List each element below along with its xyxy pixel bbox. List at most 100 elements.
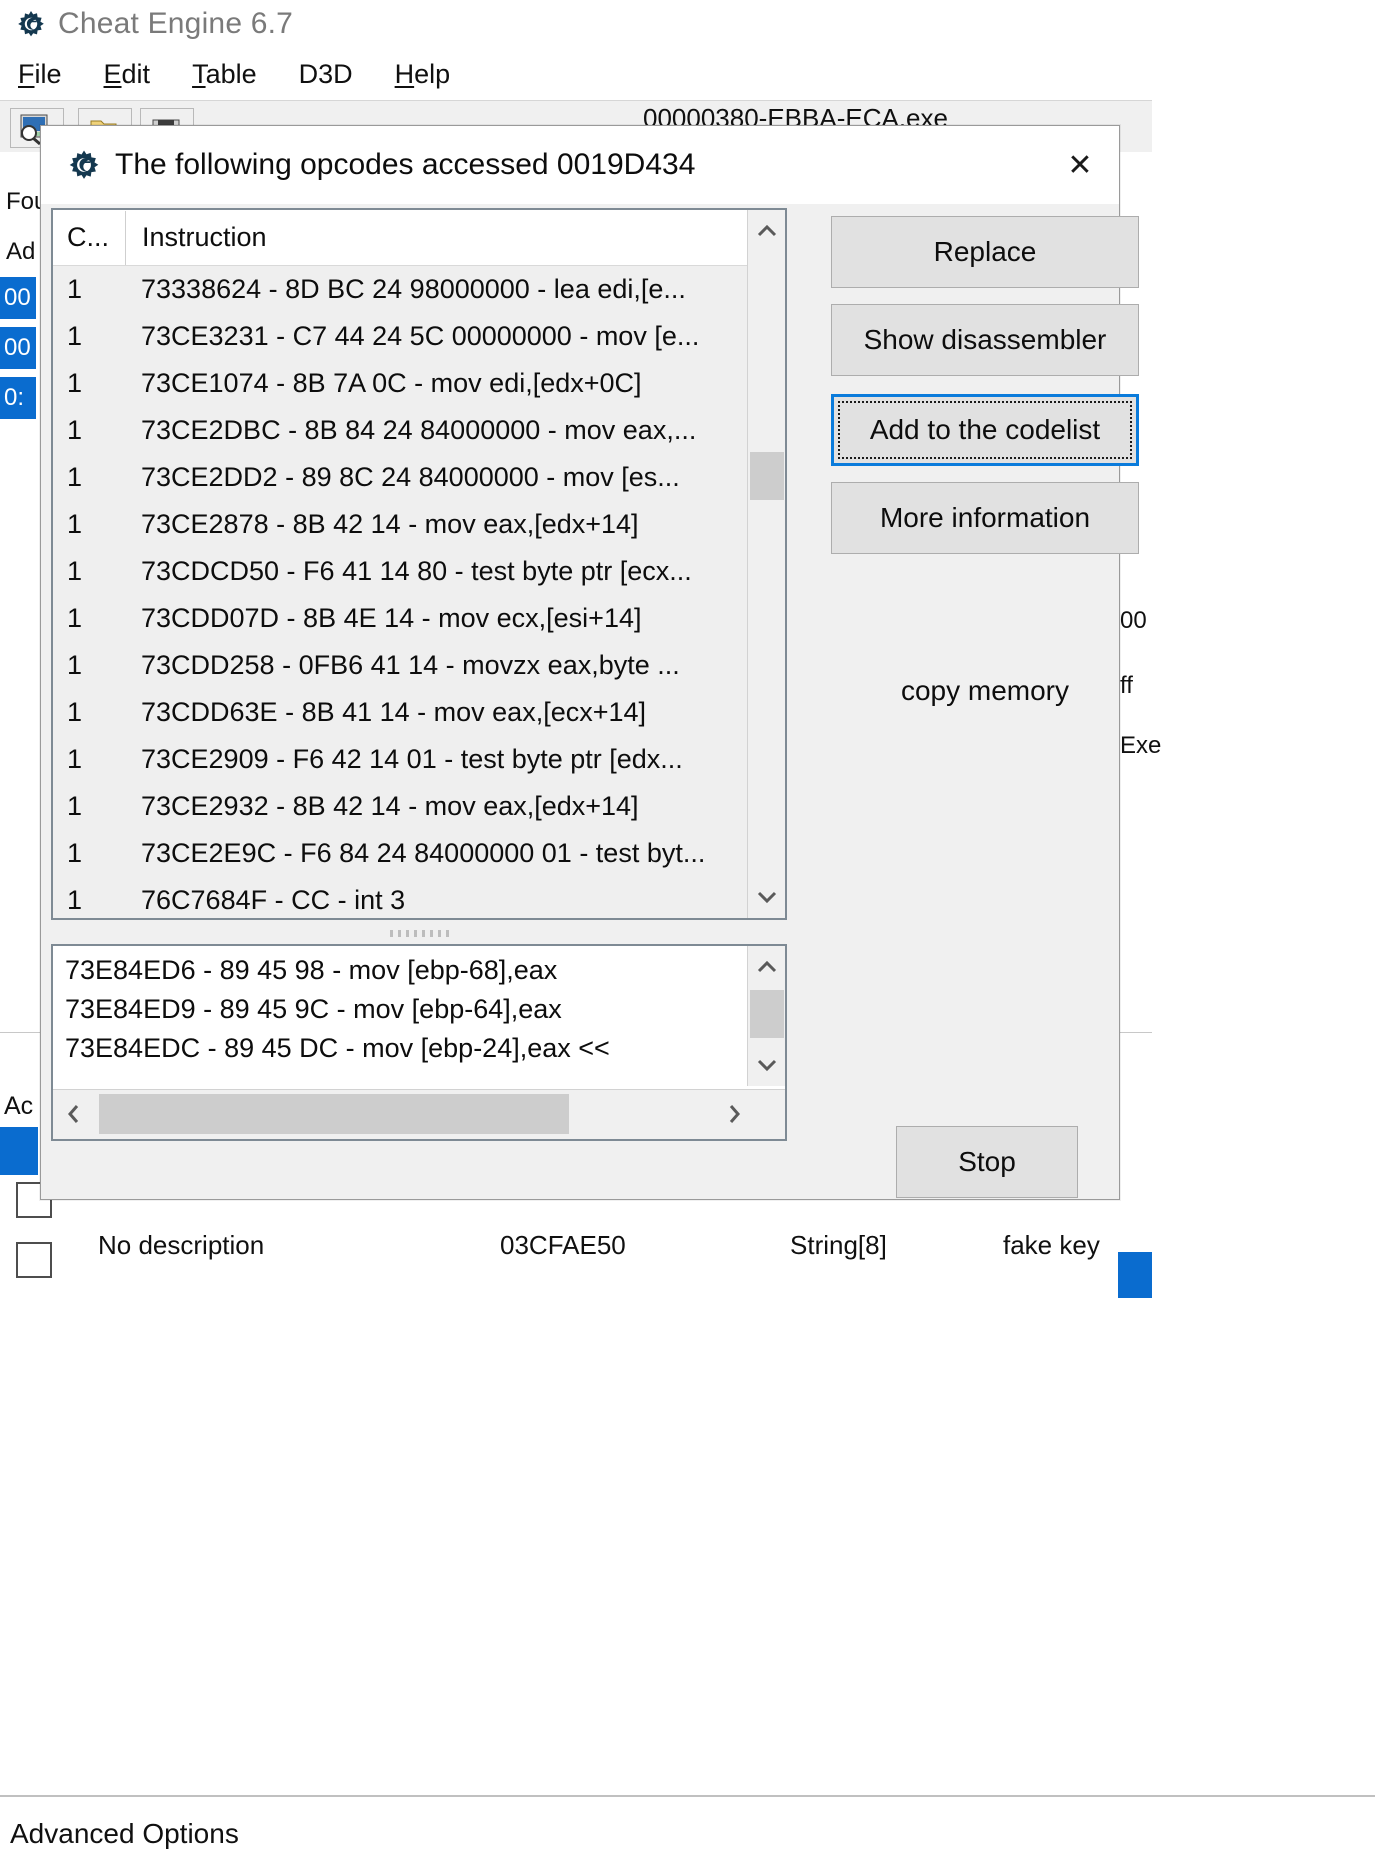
table-row[interactable]: 1 73CE2932 - 8B 42 14 - mov eax,[edx+14] bbox=[53, 783, 747, 830]
selected-row-indicator-right[interactable] bbox=[1118, 1252, 1152, 1298]
replace-button-label: Replace bbox=[933, 236, 1037, 267]
detail-list[interactable]: 73E84ED6 - 89 45 98 - mov [ebp-68],eax 73… bbox=[51, 944, 787, 1141]
row-address: 03CFAE50 bbox=[500, 1230, 626, 1260]
grip-dots-icon bbox=[389, 929, 449, 937]
row-instruction: 73338624 - 8D BC 24 98000000 - lea edi,[… bbox=[141, 274, 686, 304]
menu-file[interactable]: FFileile bbox=[14, 57, 66, 92]
opcode-list[interactable]: C... Instruction 1 73338624 - 8D BC 24 98… bbox=[51, 208, 787, 920]
row-description: No description bbox=[98, 1230, 265, 1260]
show-disassembler-button-label: Show disassembler bbox=[863, 324, 1107, 355]
row-instruction: 73CDCD50 - F6 41 14 80 - test byte ptr [… bbox=[141, 556, 692, 586]
selected-row-indicator[interactable] bbox=[0, 1127, 38, 1175]
address-header-label: Ad bbox=[6, 238, 36, 265]
panel-splitter[interactable] bbox=[51, 924, 787, 942]
status-divider bbox=[0, 1795, 1375, 1797]
table-row[interactable]: 1 73CE3231 - C7 44 24 5C 00000000 - mov [… bbox=[53, 313, 747, 360]
row-instruction: 73CDD258 - 0FB6 41 14 - movzx eax,byte .… bbox=[141, 650, 680, 680]
list-item[interactable]: 0: bbox=[0, 377, 36, 419]
row-instruction: 73CE2909 - F6 42 14 01 - test byte ptr [… bbox=[141, 744, 683, 774]
row-instruction: 76C7684F - CC - int 3 bbox=[141, 885, 406, 915]
row-value: fake key bbox=[1003, 1230, 1100, 1260]
row-count: 1 bbox=[67, 744, 83, 774]
copy-memory-label[interactable]: copy memory bbox=[831, 671, 1139, 711]
stop-button[interactable]: Stop bbox=[896, 1126, 1078, 1198]
row-instruction: 73CDD07D - 8B 4E 14 - mov ecx,[esi+14] bbox=[141, 603, 642, 633]
table-row[interactable]: 1 73CE2DD2 - 89 8C 24 84000000 - mov [es.… bbox=[53, 454, 747, 501]
dialog-titlebar: The following opcodes accessed 0019D434 … bbox=[41, 126, 1119, 204]
row-count: 1 bbox=[67, 274, 83, 304]
row-instruction: 73CE2DD2 - 89 8C 24 84000000 - mov [es..… bbox=[141, 462, 680, 492]
row-count: 1 bbox=[67, 603, 83, 633]
replace-button[interactable]: Replace bbox=[831, 216, 1139, 288]
row-count: 1 bbox=[67, 791, 83, 821]
chevron-up-icon[interactable] bbox=[748, 946, 786, 988]
table-row[interactable]: 1 73CDCD50 - F6 41 14 80 - test byte ptr … bbox=[53, 548, 747, 595]
show-disassembler-button[interactable]: Show disassembler bbox=[831, 304, 1139, 376]
list-item[interactable]: 73E84ED9 - 89 45 9C - mov [ebp-64],eax bbox=[53, 990, 747, 1029]
detail-list-hscrollbar[interactable] bbox=[53, 1089, 785, 1139]
menu-edit[interactable]: Edit bbox=[100, 57, 155, 92]
row-type: String[8] bbox=[790, 1230, 887, 1260]
opcode-list-body[interactable]: 1 73338624 - 8D BC 24 98000000 - lea edi,… bbox=[53, 266, 747, 918]
table-row[interactable]: 1 73CE2909 - F6 42 14 01 - test byte ptr … bbox=[53, 736, 747, 783]
chevron-down-icon[interactable] bbox=[748, 876, 786, 918]
table-row[interactable]: 1 73CDD258 - 0FB6 41 14 - movzx eax,byte … bbox=[53, 642, 747, 689]
add-to-codelist-button[interactable]: Add to the codelist bbox=[831, 394, 1139, 466]
row-instruction: 73CE2932 - 8B 42 14 - mov eax,[edx+14] bbox=[141, 791, 639, 821]
scrollbar-thumb[interactable] bbox=[750, 452, 784, 500]
row-count: 1 bbox=[67, 368, 83, 398]
chevron-down-icon[interactable] bbox=[748, 1044, 786, 1086]
row-checkbox[interactable] bbox=[16, 1242, 52, 1278]
table-row[interactable]: 1 73CDD63E - 8B 41 14 - mov eax,[ecx+14] bbox=[53, 689, 747, 736]
value-fragment: Exe bbox=[1120, 732, 1162, 759]
table-row[interactable]: 1 73CE1074 - 8B 7A 0C - mov edi,[edx+0C] bbox=[53, 360, 747, 407]
opcode-dialog: The following opcodes accessed 0019D434 … bbox=[40, 125, 1139, 1200]
column-header-instruction[interactable]: Instruction bbox=[126, 222, 267, 253]
table-row[interactable]: 1 73CE2878 - 8B 42 14 - mov eax,[edx+14] bbox=[53, 501, 747, 548]
more-information-button[interactable]: More information bbox=[831, 482, 1139, 554]
table-row[interactable]: 1 76C7684F - CC - int 3 bbox=[53, 877, 747, 918]
app-title: Cheat Engine 6.7 bbox=[58, 7, 294, 40]
advanced-options-label[interactable]: Advanced Options bbox=[10, 1818, 239, 1850]
detail-list-vscrollbar[interactable] bbox=[747, 946, 785, 1086]
list-item[interactable]: 00 bbox=[0, 277, 36, 319]
scrollbar-thumb[interactable] bbox=[99, 1094, 569, 1134]
row-instruction: 73CE2DBC - 8B 84 24 84000000 - mov eax,.… bbox=[141, 415, 697, 445]
row-instruction: 73CE2E9C - F6 84 24 84000000 01 - test b… bbox=[141, 838, 706, 868]
list-item[interactable]: 73E84EDC - 89 45 DC - mov [ebp-24],eax <… bbox=[53, 1029, 747, 1068]
menu-table[interactable]: Table bbox=[188, 57, 261, 92]
opcode-list-header: C... Instruction bbox=[53, 210, 785, 266]
row-count: 1 bbox=[67, 321, 83, 351]
stop-button-label: Stop bbox=[958, 1146, 1016, 1177]
chevron-left-icon[interactable] bbox=[53, 1090, 95, 1138]
row-count: 1 bbox=[67, 885, 83, 915]
address-column-stub: Ac bbox=[4, 1092, 34, 1120]
list-item[interactable]: 73E84ED6 - 89 45 98 - mov [ebp-68],eax bbox=[53, 951, 747, 990]
column-header-count[interactable]: C... bbox=[53, 222, 125, 253]
list-item[interactable]: 00 bbox=[0, 327, 36, 369]
scrollbar-thumb[interactable] bbox=[750, 990, 784, 1038]
chevron-up-icon[interactable] bbox=[748, 210, 786, 252]
row-count: 1 bbox=[67, 838, 83, 868]
row-instruction: 73CE1074 - 8B 7A 0C - mov edi,[edx+0C] bbox=[141, 368, 642, 398]
row-count: 1 bbox=[67, 509, 83, 539]
table-row[interactable]: 1 73CE2DBC - 8B 84 24 84000000 - mov eax,… bbox=[53, 407, 747, 454]
chevron-right-icon[interactable] bbox=[713, 1090, 755, 1138]
row-instruction: 73CE2878 - 8B 42 14 - mov eax,[edx+14] bbox=[141, 509, 639, 539]
table-row[interactable]: 1 73338624 - 8D BC 24 98000000 - lea edi,… bbox=[53, 266, 747, 313]
row-instruction: 73CDD63E - 8B 41 14 - mov eax,[ecx+14] bbox=[141, 697, 647, 727]
table-row[interactable]: 1 73CE2E9C - F6 84 24 84000000 01 - test … bbox=[53, 830, 747, 877]
row-count: 1 bbox=[67, 697, 83, 727]
cheat-engine-logo-icon bbox=[65, 146, 103, 184]
row-count: 1 bbox=[67, 415, 83, 445]
table-row[interactable]: 1 73CDD07D - 8B 4E 14 - mov ecx,[esi+14] bbox=[53, 595, 747, 642]
menu-d3d[interactable]: D3D bbox=[295, 57, 357, 92]
menu-help[interactable]: Help bbox=[391, 57, 455, 92]
value-fragment: 00 bbox=[1120, 607, 1147, 634]
menubar: FFileile Edit Table D3D Help bbox=[0, 48, 1152, 100]
more-information-button-label: More information bbox=[879, 502, 1091, 533]
detail-list-body[interactable]: 73E84ED6 - 89 45 98 - mov [ebp-68],eax 73… bbox=[53, 946, 747, 1086]
opcode-list-vscrollbar[interactable] bbox=[747, 210, 785, 918]
row-count: 1 bbox=[67, 650, 83, 680]
close-icon[interactable]: ✕ bbox=[1055, 142, 1105, 188]
